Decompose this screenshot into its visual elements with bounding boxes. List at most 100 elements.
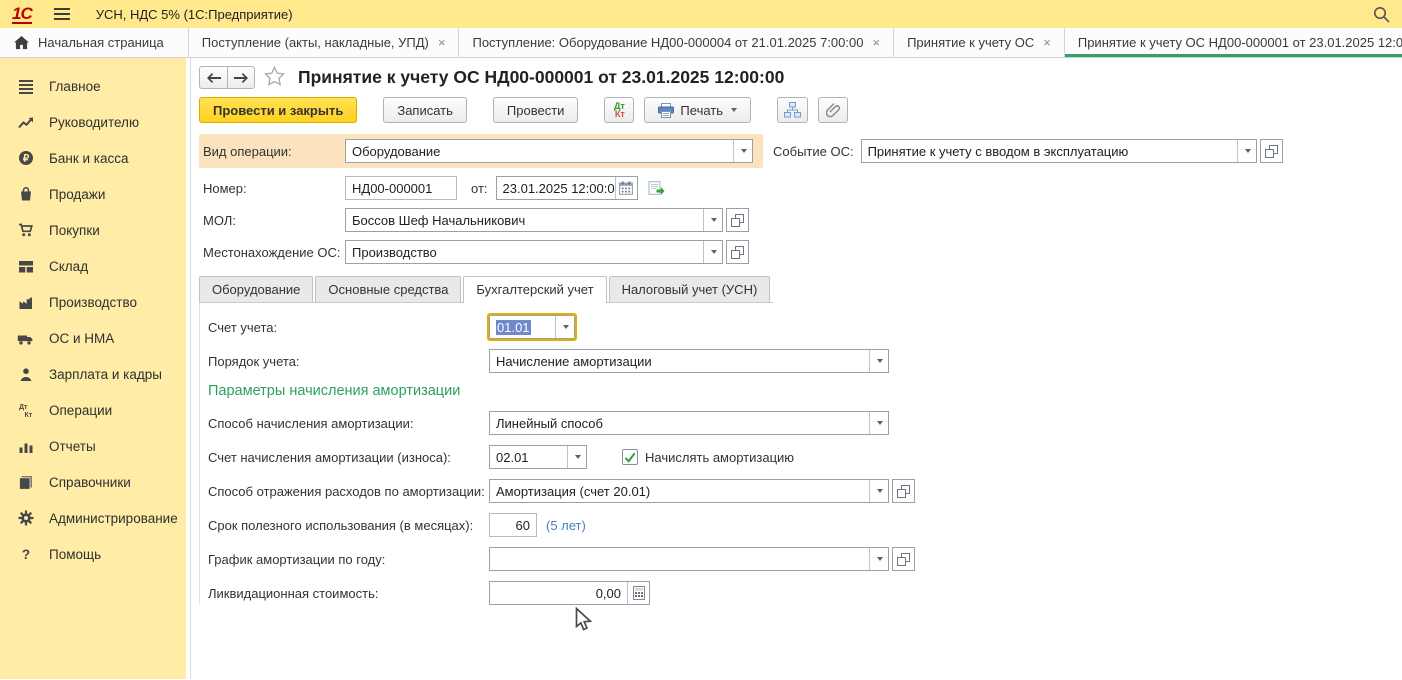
operation-row: Вид операции: Оборудование Событие ОС: П…	[199, 134, 1402, 168]
1c-logo: 1С	[12, 5, 32, 24]
depreciation-section-header: Параметры начисления амортизации	[208, 383, 1402, 399]
sidebar-item-pokupki[interactable]: Покупки	[0, 212, 186, 248]
sidebar-item-label: Зарплата и кадры	[49, 367, 162, 382]
chevron-down-icon	[711, 250, 717, 254]
order-field[interactable]: Начисление амортизации	[489, 349, 889, 373]
dropdown-button[interactable]	[733, 140, 752, 162]
tab-buhgalterskij-uchet[interactable]: Бухгалтерский учет	[463, 276, 606, 303]
sidebar-item-spravochniki[interactable]: Справочники	[0, 464, 186, 500]
attachments-button[interactable]	[818, 97, 848, 123]
tab-nalogovyj-uchet[interactable]: Налоговый учет (УСН)	[609, 276, 771, 302]
accrue-depreciation-checkbox[interactable]: Начислять амортизацию	[622, 449, 794, 465]
print-button[interactable]: Печать	[644, 97, 751, 123]
dropdown-button[interactable]	[869, 412, 888, 434]
chevron-down-icon	[877, 557, 883, 561]
dropdown-button[interactable]	[567, 446, 586, 468]
sidebar-item-label: Помощь	[49, 547, 101, 562]
os-event-open-button[interactable]	[1260, 139, 1283, 163]
tab-postuplenie-doc[interactable]: Поступление: Оборудование НД00-000004 от…	[459, 28, 894, 57]
show-postings-button[interactable]: ДтКт	[604, 97, 634, 123]
favorite-star-icon[interactable]	[264, 66, 285, 89]
document-title: Принятие к учету ОС НД00-000001 от 23.01…	[298, 67, 784, 88]
set-current-date-button[interactable]	[648, 181, 665, 196]
number-input[interactable]: НД00-000001	[345, 176, 457, 200]
location-field[interactable]: Производство	[345, 240, 723, 264]
open-icon	[731, 214, 744, 227]
sidebar-item-otchety[interactable]: Отчеты	[0, 428, 186, 464]
document-structure-button[interactable]	[777, 97, 808, 123]
window-tabbar: Начальная страница Поступление (акты, на…	[0, 28, 1402, 58]
liquidation-field[interactable]: 0,00	[489, 581, 650, 605]
calculator-icon	[633, 586, 645, 600]
sidebar-item-zarplata-i-kadry[interactable]: Зарплата и кадры	[0, 356, 186, 392]
location-open-button[interactable]	[726, 240, 749, 264]
sidebar-item-rukovoditelyu[interactable]: Руководителю	[0, 104, 186, 140]
schedule-open-button[interactable]	[892, 547, 915, 571]
trend-icon	[17, 115, 34, 130]
svg-text:₽: ₽	[22, 154, 29, 165]
os-event-label: Событие ОС:	[773, 144, 854, 159]
active-tab-indicator	[1065, 54, 1402, 57]
chevron-down-icon	[877, 359, 883, 363]
post-and-close-button[interactable]: Провести и закрыть	[199, 97, 357, 123]
main-menu-icon[interactable]	[54, 8, 70, 20]
date-field[interactable]: 23.01.2025 12:00:00	[496, 176, 638, 200]
location-row: Местонахождение ОС: Производство	[199, 240, 1402, 264]
dropdown-button[interactable]	[555, 316, 574, 338]
sidebar-item-sklad[interactable]: Склад	[0, 248, 186, 284]
mol-open-button[interactable]	[726, 208, 749, 232]
tab-prinyatie-list[interactable]: Принятие к учету ОС ×	[894, 28, 1065, 57]
order-row: Порядок учета: Начисление амортизации	[208, 349, 1402, 373]
expense-method-open-button[interactable]	[892, 479, 915, 503]
os-event-field[interactable]: Принятие к учету с вводом в эксплуатацию	[861, 139, 1257, 163]
cart-icon	[17, 222, 34, 238]
method-field[interactable]: Линейный способ	[489, 411, 889, 435]
schedule-field[interactable]	[489, 547, 889, 571]
account-field[interactable]: 01.01	[489, 315, 575, 339]
post-button[interactable]: Провести	[493, 97, 579, 123]
close-icon[interactable]: ×	[438, 35, 446, 50]
calculator-button[interactable]	[627, 582, 649, 604]
sidebar-item-label: Справочники	[49, 475, 131, 490]
tab-osnovnye-sredstva[interactable]: Основные средства	[315, 276, 461, 302]
dropdown-button[interactable]	[869, 350, 888, 372]
dropdown-button[interactable]	[869, 480, 888, 502]
dropdown-button[interactable]	[703, 209, 722, 231]
operation-kind-label: Вид операции:	[203, 144, 345, 159]
highlighted-field-band: Вид операции: Оборудование	[199, 134, 763, 168]
close-icon[interactable]: ×	[872, 35, 880, 50]
sidebar-item-proizvodstvo[interactable]: Производство	[0, 284, 186, 320]
forward-button[interactable]	[227, 66, 255, 89]
expense-method-field[interactable]: Амортизация (счет 20.01)	[489, 479, 889, 503]
sidebar-item-pomosch[interactable]: ? Помощь	[0, 536, 186, 572]
tab-postuplenie-list[interactable]: Поступление (акты, накладные, УПД) ×	[189, 28, 460, 57]
operation-kind-field[interactable]: Оборудование	[345, 139, 753, 163]
chevron-down-icon	[711, 218, 717, 222]
dropdown-button[interactable]	[1237, 140, 1256, 162]
dropdown-button[interactable]	[869, 548, 888, 570]
mol-field[interactable]: Боссов Шеф Начальникович	[345, 208, 723, 232]
tab-oborudovanie[interactable]: Оборудование	[199, 276, 313, 302]
sidebar-item-prodazhi[interactable]: Продажи	[0, 176, 186, 212]
sidebar-item-bank-i-kassa[interactable]: ₽ Банк и касса	[0, 140, 186, 176]
sidebar-item-glavnoe[interactable]: Главное	[0, 68, 186, 104]
sidebar-item-os-i-nma[interactable]: ОС и НМА	[0, 320, 186, 356]
dropdown-button[interactable]	[703, 241, 722, 263]
page-tabs: Оборудование Основные средства Бухгалтер…	[199, 276, 773, 303]
depr-account-field[interactable]: 02.01	[489, 445, 587, 469]
sidebar-item-operacii[interactable]: ДтКт Операции	[0, 392, 186, 428]
useful-life-input[interactable]: 60	[489, 513, 537, 537]
close-icon[interactable]: ×	[1043, 35, 1051, 50]
tab-home[interactable]: Начальная страница	[0, 28, 189, 57]
calendar-button[interactable]	[615, 177, 637, 199]
open-icon	[731, 246, 744, 259]
home-icon	[14, 36, 29, 50]
back-button[interactable]	[199, 66, 227, 89]
gear-icon	[17, 510, 34, 526]
sidebar-item-administrirovanie[interactable]: Администрирование	[0, 500, 186, 536]
save-button[interactable]: Записать	[383, 97, 467, 123]
search-icon[interactable]	[1373, 6, 1390, 23]
tab-prinyatie-doc[interactable]: Принятие к учету ОС НД00-000001 от 23.01…	[1065, 28, 1402, 57]
liquidation-row: Ликвидационная стоимость: 0,00	[208, 581, 1402, 605]
document-nav-row: Принятие к учету ОС НД00-000001 от 23.01…	[199, 66, 1402, 89]
